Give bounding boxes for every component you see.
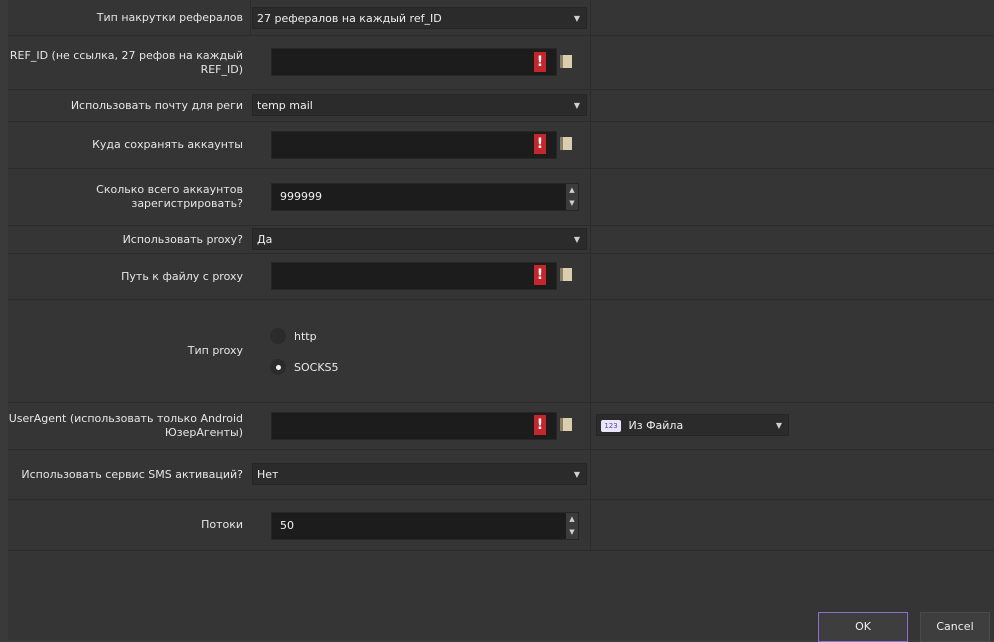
row-ref-id: REF_ID (не ссылка, 27 рефов на каждый RE… — [8, 36, 994, 90]
referral-type-select[interactable]: 27 рефералов на каждый ref_ID ▼ — [252, 7, 587, 29]
divider — [590, 226, 591, 253]
accounts-total-spinner[interactable]: ▲ ▼ — [566, 184, 578, 210]
user-agent-source-select[interactable]: 123 Из Файла ▼ — [596, 414, 789, 436]
warning-icon: ! — [534, 265, 546, 285]
save-accounts-input[interactable] — [271, 131, 557, 159]
row-threads: Потоки 50 ▲ ▼ — [8, 500, 994, 551]
save-accounts-label: Куда сохранять аккаунты — [92, 138, 243, 151]
proxy-file-label: Путь к файлу с proxy — [121, 269, 243, 283]
accounts-total-value: 999999 — [280, 190, 322, 203]
mail-label: Использовать почту для реги — [70, 98, 243, 112]
accounts-total-input[interactable]: 999999 — [271, 183, 579, 211]
row-mail: Использовать почту для реги temp mail ▼ — [8, 90, 994, 122]
divider — [590, 450, 591, 499]
chevron-down-icon: ▼ — [573, 235, 580, 244]
ref-id-label: REF_ID (не ссылка, 27 рефов на каждый RE… — [9, 48, 243, 76]
divider — [590, 90, 591, 121]
threads-value: 50 — [280, 519, 294, 532]
threads-spinner[interactable]: ▲ ▼ — [566, 513, 578, 539]
referral-type-value: 27 рефералов на каждый ref_ID — [257, 12, 442, 25]
sms-service-value: Нет — [257, 468, 279, 481]
divider — [590, 36, 591, 89]
proxy-file-input[interactable] — [271, 262, 557, 290]
spin-down-icon: ▼ — [569, 528, 575, 536]
proxy-type-socks5-radio[interactable]: SOCKS5 — [270, 359, 339, 375]
file-icon[interactable] — [560, 55, 572, 68]
spin-down-icon: ▼ — [569, 199, 575, 207]
row-use-proxy: Использовать proxy? Да ▼ — [8, 226, 994, 254]
cancel-button[interactable]: Cancel — [920, 612, 990, 642]
divider — [590, 500, 591, 550]
divider — [590, 300, 591, 402]
file-icon[interactable] — [560, 418, 572, 431]
threads-label: Потоки — [201, 518, 243, 531]
sms-service-label: Использовать сервис SMS активаций? — [21, 467, 243, 481]
row-save-accounts: Куда сохранять аккаунты ! — [8, 122, 994, 169]
warning-icon: ! — [534, 415, 546, 435]
row-accounts-total: Сколько всего аккаунтов зарегистрировать… — [8, 169, 994, 226]
use-proxy-value: Да — [257, 233, 273, 246]
referral-type-label: Тип накрутки рефералов — [96, 10, 243, 24]
divider — [590, 403, 591, 449]
ok-button[interactable]: OK — [818, 612, 908, 642]
sms-service-select[interactable]: Нет ▼ — [252, 463, 587, 485]
chevron-down-icon: ▼ — [775, 421, 782, 430]
radio-checked-icon — [270, 359, 286, 375]
divider — [590, 122, 591, 168]
row-sms-service: Использовать сервис SMS активаций? Нет ▼ — [8, 450, 994, 500]
file-icon[interactable] — [560, 268, 572, 281]
user-agent-label: UserAgent (использовать только Android Ю… — [8, 412, 243, 439]
chevron-down-icon: ▼ — [573, 101, 580, 110]
warning-icon: ! — [534, 52, 546, 72]
mail-select[interactable]: temp mail ▼ — [252, 94, 587, 116]
mail-value: temp mail — [257, 99, 313, 112]
divider — [250, 0, 251, 35]
proxy-type-http-label: http — [294, 329, 317, 343]
row-proxy-file: Путь к файлу с proxy ! — [8, 254, 994, 300]
row-referral-type: Тип накрутки рефералов 27 рефералов на к… — [8, 0, 994, 36]
chevron-down-icon: ▼ — [573, 470, 580, 479]
proxy-type-label: Тип proxy — [187, 344, 243, 357]
divider — [590, 0, 591, 35]
numbers-icon: 123 — [601, 420, 621, 432]
proxy-type-http-radio[interactable]: http — [270, 328, 317, 344]
proxy-type-socks5-label: SOCKS5 — [294, 360, 339, 374]
row-user-agent: UserAgent (использовать только Android Ю… — [8, 403, 994, 450]
ref-id-input[interactable] — [271, 48, 557, 76]
row-proxy-type: Тип proxy http SOCKS5 — [8, 300, 994, 403]
user-agent-source-value: Из Файла — [628, 419, 684, 432]
file-icon[interactable] — [560, 137, 572, 150]
chevron-down-icon: ▼ — [573, 14, 580, 23]
use-proxy-label: Использовать proxy? — [122, 232, 243, 246]
use-proxy-select[interactable]: Да ▼ — [252, 228, 587, 250]
divider — [590, 254, 591, 299]
warning-icon: ! — [534, 134, 546, 154]
threads-input[interactable]: 50 — [271, 512, 579, 540]
divider — [590, 169, 591, 225]
accounts-total-label: Сколько всего аккаунтов зарегистрировать… — [96, 183, 243, 210]
spin-up-icon: ▲ — [569, 515, 575, 523]
spin-up-icon: ▲ — [569, 186, 575, 194]
user-agent-input[interactable] — [271, 412, 557, 440]
radio-unchecked-icon — [270, 328, 286, 344]
